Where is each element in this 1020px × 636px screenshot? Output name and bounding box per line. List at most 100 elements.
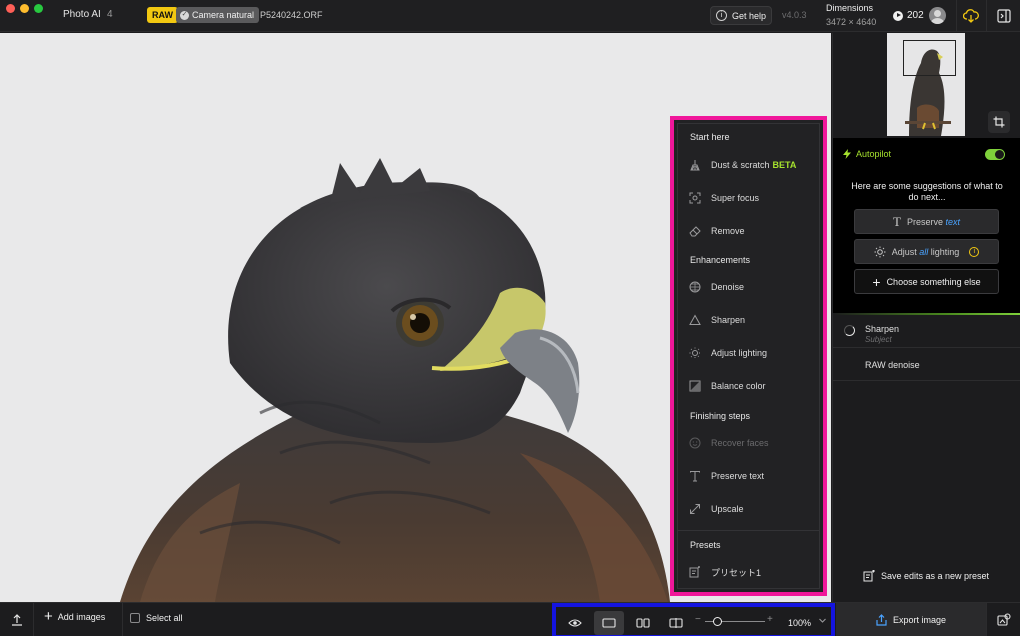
- upload-button[interactable]: [0, 603, 34, 636]
- preview-toggle-button[interactable]: [560, 611, 590, 635]
- add-images-label: Add images: [57, 612, 106, 622]
- menu-item-denoise[interactable]: Denoise: [678, 276, 819, 298]
- app-version: v4.0.3: [782, 10, 807, 20]
- window-close-button[interactable]: [6, 4, 15, 13]
- app-name: Photo AI: [63, 9, 101, 20]
- menu-item-label: Denoise: [711, 282, 745, 292]
- light-icon: [874, 246, 886, 257]
- info-icon: i: [715, 10, 727, 21]
- right-panel: Autopilot Here are some suggestions of w…: [832, 33, 1020, 602]
- divider: [122, 603, 123, 636]
- menu-item-label: Preserve text: [711, 471, 765, 481]
- cloud-render-button[interactable]: [956, 0, 985, 32]
- adjust-lighting-suggestion-button[interactable]: Adjust all lighting i: [854, 239, 999, 264]
- color-balance-icon: [688, 380, 701, 393]
- preserve-text-suggestion-button[interactable]: T Preserve text: [854, 209, 999, 234]
- section-presets: Presets: [690, 540, 721, 550]
- menu-item-label: プリセット1: [711, 567, 762, 578]
- menu-item-dust-scratch[interactable]: Dust & scratch BETA: [678, 154, 819, 176]
- eraser-icon: [688, 225, 701, 238]
- avatar[interactable]: [929, 7, 946, 24]
- single-view-button[interactable]: [594, 611, 624, 635]
- queue-item-title: RAW denoise: [865, 360, 920, 370]
- light-icon: [688, 347, 701, 360]
- text-icon: T: [893, 213, 901, 229]
- save-preset-icon: [863, 570, 875, 582]
- zoom-out-button[interactable]: −: [695, 614, 701, 625]
- crop-button[interactable]: [988, 111, 1010, 133]
- file-name: P5240242.ORF: [260, 10, 323, 20]
- menu-item-preserve-text[interactable]: Preserve text: [678, 465, 819, 487]
- menu-item-upscale[interactable]: Upscale: [678, 498, 819, 520]
- lightning-icon: [843, 149, 851, 159]
- menu-item-label: Remove: [711, 226, 745, 236]
- export-settings-icon: [996, 612, 1011, 626]
- menu-item-label: Adjust lighting: [711, 348, 768, 358]
- crop-icon: [993, 116, 1005, 128]
- autopilot-panel: Autopilot Here are some suggestions of w…: [833, 138, 1020, 315]
- menu-item-label: Sharpen: [711, 315, 746, 325]
- select-all-checkbox[interactable]: Select all: [130, 613, 183, 623]
- split-view-button[interactable]: [661, 611, 691, 635]
- export-settings-button[interactable]: [986, 603, 1020, 636]
- queue-item-sharpen[interactable]: Sharpen Subject: [833, 316, 1020, 348]
- menu-item-balance-color[interactable]: Balance color: [678, 375, 819, 397]
- credits-counter[interactable]: 202: [893, 6, 924, 25]
- suggestion-label: Preserve: [906, 216, 943, 227]
- menu-item-label: Recover faces: [711, 438, 769, 448]
- chevron-down-icon[interactable]: [818, 616, 827, 625]
- tools-menu: Start here Dust & scratch BETA Super focu…: [670, 116, 827, 596]
- add-images-button[interactable]: + Add images: [44, 608, 106, 625]
- info-icon[interactable]: i: [969, 246, 980, 257]
- menu-item-remove[interactable]: Remove: [678, 220, 819, 242]
- queue-item-raw-denoise[interactable]: RAW denoise: [833, 349, 1020, 381]
- export-label: Export image: [892, 614, 947, 625]
- menu-item-label: Balance color: [711, 381, 766, 391]
- plus-icon: +: [44, 608, 53, 625]
- menu-item-recover-faces: Recover faces: [678, 432, 819, 454]
- zoom-in-button[interactable]: +: [767, 614, 773, 625]
- get-help-button[interactable]: i Get help: [710, 6, 772, 25]
- plus-icon: +: [872, 273, 881, 290]
- camera-profile-badge[interactable]: ✓ Camera natural: [176, 7, 260, 23]
- zoom-value[interactable]: 100%: [788, 618, 811, 628]
- split-view-icon: [669, 618, 683, 628]
- window-zoom-button[interactable]: [34, 4, 43, 13]
- zoom-slider-knob[interactable]: [712, 617, 722, 626]
- menu-item-preset-1[interactable]: プリセット1: [678, 561, 819, 583]
- section-finishing-steps: Finishing steps: [690, 411, 751, 421]
- section-start-here: Start here: [690, 132, 730, 142]
- checkbox[interactable]: [130, 613, 140, 623]
- autopilot-toggle[interactable]: [985, 149, 1005, 160]
- dimensions-label: Dimensions: [826, 3, 874, 13]
- menu-item-super-focus[interactable]: Super focus: [678, 187, 819, 209]
- side-by-side-button[interactable]: [628, 611, 658, 635]
- menu-item-sharpen[interactable]: Sharpen: [678, 309, 819, 331]
- suggestion-label: Adjust: [891, 246, 917, 257]
- export-image-button[interactable]: Export image: [836, 603, 986, 636]
- menu-item-label: Super focus: [711, 193, 760, 203]
- toggle-panel-button[interactable]: [986, 0, 1020, 32]
- save-preset-button[interactable]: Save edits as a new preset: [863, 570, 989, 582]
- single-view-icon: [602, 618, 616, 628]
- credits-value: 202: [907, 10, 924, 21]
- eye-icon: [568, 619, 582, 627]
- upload-icon: [11, 613, 22, 626]
- view-controls: − + 100%: [552, 603, 835, 636]
- tools-menu-panel: Start here Dust & scratch BETA Super focu…: [677, 123, 820, 589]
- processing-spinner-icon: [844, 325, 855, 336]
- viewport-rectangle[interactable]: [903, 40, 956, 76]
- face-icon: [688, 437, 701, 450]
- autopilot-header: Autopilot: [843, 149, 891, 159]
- autopilot-suggestion: Here are some suggestions of what to do …: [851, 181, 1003, 202]
- choose-something-else-button[interactable]: + Choose something else: [854, 269, 999, 294]
- export-icon: [876, 613, 887, 626]
- upscale-icon: [688, 503, 701, 516]
- menu-item-adjust-lighting[interactable]: Adjust lighting: [678, 342, 819, 364]
- window-minimize-button[interactable]: [20, 4, 29, 13]
- navigator: [833, 33, 1020, 137]
- credits-icon: [893, 10, 903, 21]
- focus-icon: [688, 192, 701, 205]
- suggestion-accent: all: [919, 246, 929, 257]
- autopilot-divider: [833, 313, 1020, 315]
